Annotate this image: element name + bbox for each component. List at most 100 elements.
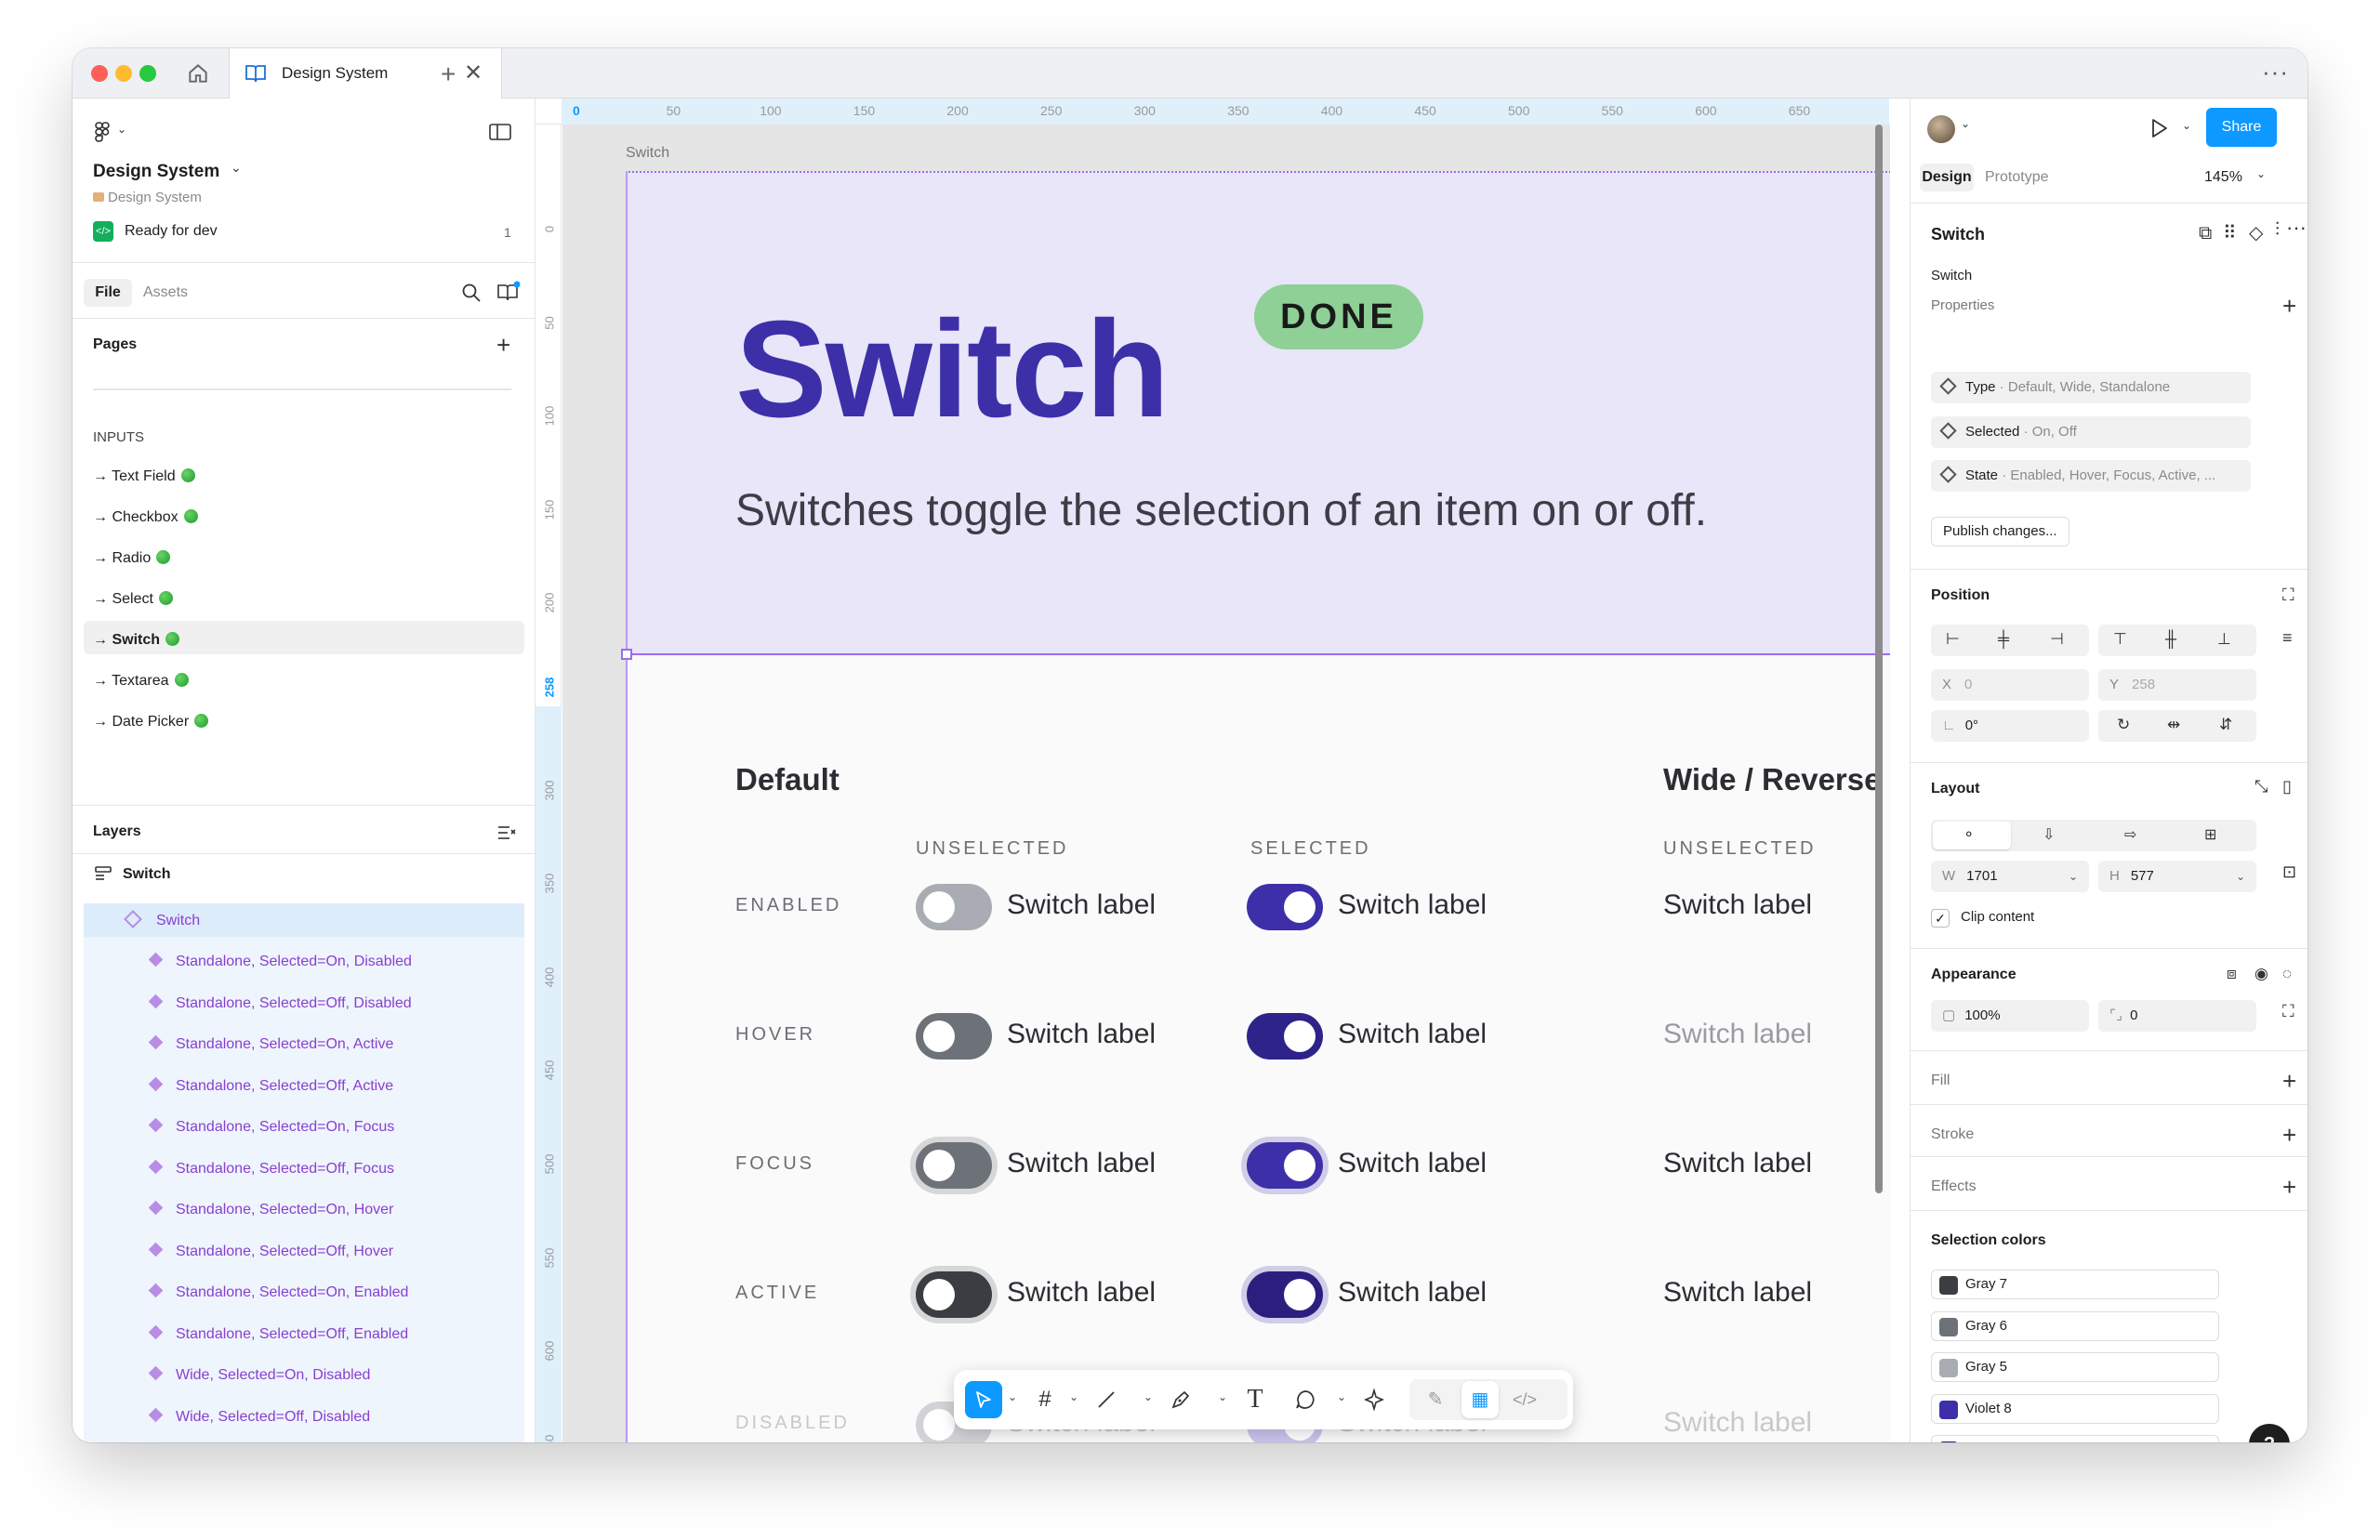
frame-label[interactable]: Switch	[626, 145, 669, 162]
frame-tool-button[interactable]: #	[1026, 1381, 1064, 1418]
text-tool-button[interactable]: T	[1236, 1381, 1274, 1418]
layer-variant-item[interactable]: Wide, Selected=Off, Disabled	[148, 1407, 370, 1426]
y-field[interactable]: Y 258	[2098, 669, 2256, 701]
resize-icon[interactable]: ⊡	[2282, 862, 2296, 882]
vertical-layout-icon[interactable]: ⇩	[2043, 825, 2055, 844]
publish-changes-button[interactable]: Publish changes...	[1931, 517, 2069, 546]
chevron-down-icon[interactable]: ⌄	[1337, 1390, 1346, 1403]
comment-tool-button[interactable]	[1287, 1381, 1324, 1418]
align-left-icon[interactable]: ⊢	[1946, 630, 1960, 649]
diamond-icon[interactable]: ◇	[2249, 221, 2263, 244]
layer-variant-item[interactable]: Standalone, Selected=On, Enabled	[148, 1283, 408, 1301]
minimize-window-button[interactable]	[115, 65, 132, 82]
dev-mode-button[interactable]: </>	[1506, 1381, 1543, 1418]
switch-selected[interactable]	[1247, 1271, 1323, 1318]
individual-corners-icon[interactable]: ⛶	[2282, 1002, 2294, 1021]
tab-assets[interactable]: Assets	[143, 284, 188, 301]
align-top-icon[interactable]: ⊤	[2113, 630, 2127, 649]
ready-for-dev-status[interactable]: Ready for dev	[125, 223, 218, 240]
project-breadcrumb[interactable]: Design System	[93, 190, 202, 205]
page-date-picker[interactable]: → Date Picker	[93, 714, 209, 731]
canvas[interactable]: Switch Switch DONE Switches toggle the s…	[562, 125, 1890, 1442]
layer-variant-item[interactable]: Standalone, Selected=On, Focus	[148, 1117, 394, 1136]
switch-unselected[interactable]	[916, 884, 992, 930]
home-icon[interactable]	[186, 61, 210, 86]
layer-root-switch[interactable]: Switch	[123, 866, 171, 883]
chevron-down-icon[interactable]: ⌄	[1961, 117, 1970, 130]
tab-file[interactable]: File	[84, 279, 132, 307]
horizontal-layout-icon[interactable]: ⇨	[2124, 825, 2136, 844]
page-textarea[interactable]: → Textarea	[93, 673, 189, 690]
present-play-icon[interactable]	[2149, 117, 2169, 139]
radius-field[interactable]: ⌜⌟ 0	[2098, 1000, 2256, 1032]
color-swatch[interactable]	[1939, 1400, 1958, 1419]
chevron-down-icon[interactable]: ⌄	[1144, 1390, 1153, 1403]
add-fill-icon[interactable]: +	[2282, 1069, 2296, 1093]
layer-variant-item[interactable]: Standalone, Selected=On, Disabled	[148, 952, 412, 970]
add-effect-icon[interactable]: +	[2282, 1175, 2296, 1199]
blend-icon[interactable]: ◌	[2282, 965, 2292, 983]
layer-variant-item[interactable]: Standalone, Selected=Off, Active	[148, 1076, 393, 1095]
page-checkbox[interactable]: → Checkbox	[93, 509, 198, 526]
constraints-icon[interactable]: ⛶	[2282, 586, 2294, 605]
opacity-field[interactable]: ▢ 100%	[1931, 1000, 2089, 1032]
search-icon[interactable]	[461, 283, 482, 303]
component-icon[interactable]: ⧉	[2199, 223, 2212, 244]
switch-selected[interactable]	[1247, 1142, 1323, 1189]
share-button[interactable]: Share	[2206, 108, 2277, 147]
close-tab-icon[interactable]: ✕	[464, 62, 483, 85]
switch-selected[interactable]	[1247, 1013, 1323, 1060]
collapse-layers-icon[interactable]	[496, 823, 517, 842]
add-stroke-icon[interactable]: +	[2282, 1123, 2296, 1147]
more-icon[interactable]: ···	[2286, 216, 2307, 240]
draw-mode-button[interactable]: ✎	[1417, 1381, 1454, 1418]
zoom-level[interactable]: 145%	[2204, 169, 2242, 186]
page-switch[interactable]: → Switch	[93, 632, 180, 649]
selection-color-row[interactable]: Gray 5	[1931, 1352, 2219, 1382]
selection-color-row[interactable]: Violet 8	[1931, 1393, 2219, 1424]
clip-content-checkbox[interactable]: ✓	[1931, 909, 1950, 928]
color-swatch[interactable]	[1939, 1317, 1958, 1336]
distribute-icon[interactable]: ≡	[2282, 628, 2293, 648]
file-menu-chevron-icon[interactable]: ⌄	[231, 160, 242, 176]
align-right-icon[interactable]: ⊣	[2050, 630, 2064, 649]
grid-icon[interactable]: ⠿	[2223, 221, 2237, 244]
library-icon[interactable]	[496, 281, 521, 303]
selection-color-row[interactable]: Violet 9	[1931, 1435, 2219, 1442]
switch-unselected[interactable]	[916, 1271, 992, 1318]
switch-unselected[interactable]	[916, 1013, 992, 1060]
vertical-scrollbar[interactable]	[1875, 125, 1883, 1193]
selection-handle[interactable]	[621, 649, 632, 660]
layer-variant-item[interactable]: Standalone, Selected=On, Hover	[148, 1200, 393, 1218]
chevron-down-icon[interactable]: ⌄	[1218, 1390, 1227, 1403]
page-radio[interactable]: → Radio	[93, 550, 171, 567]
layout-grid-icon[interactable]: ▯	[2282, 777, 2292, 796]
width-field[interactable]: W 1701 ⌄	[1931, 861, 2089, 892]
eye-icon[interactable]: ◉	[2254, 965, 2268, 983]
selection-color-row[interactable]: Gray 7	[1931, 1270, 2219, 1299]
rotate-icon[interactable]: ↻	[2117, 716, 2130, 734]
chevron-down-icon[interactable]: ⌄	[2182, 119, 2191, 132]
x-field[interactable]: X0	[1931, 669, 2089, 701]
toggle-sidebar-icon[interactable]	[489, 123, 511, 141]
file-name[interactable]: Design System	[93, 162, 219, 182]
pen-tool-button[interactable]	[1162, 1381, 1199, 1418]
component-property[interactable]: Type · Default, Wide, Standalone	[1931, 372, 2251, 403]
new-tab-button[interactable]: +	[441, 59, 456, 89]
layer-variant-item[interactable]: Standalone, Selected=Off, Focus	[148, 1159, 394, 1178]
add-page-icon[interactable]: +	[496, 333, 510, 357]
layer-variant-item[interactable]: Standalone, Selected=On, Active	[148, 1034, 393, 1053]
help-button[interactable]: ?	[2249, 1424, 2290, 1442]
adjust-icon[interactable]: ⫶	[2275, 219, 2280, 241]
height-field[interactable]: H 577 ⌄	[2098, 861, 2256, 892]
more-menu-icon[interactable]: ···	[2262, 58, 2289, 86]
component-property[interactable]: State · Enabled, Hover, Focus, Active, .…	[1931, 460, 2251, 492]
design-mode-button[interactable]: ▦	[1461, 1381, 1499, 1418]
align-bottom-icon[interactable]: ⊥	[2217, 630, 2231, 649]
align-center-h-icon[interactable]: ╪	[1998, 630, 2009, 649]
layer-component-switch[interactable]: Switch	[124, 910, 200, 929]
switch-selected[interactable]	[1247, 884, 1323, 930]
chevron-down-icon[interactable]: ⌄	[1008, 1390, 1017, 1403]
actions-tool-button[interactable]	[1355, 1381, 1393, 1418]
variable-icon[interactable]: ⧈	[2227, 965, 2237, 983]
